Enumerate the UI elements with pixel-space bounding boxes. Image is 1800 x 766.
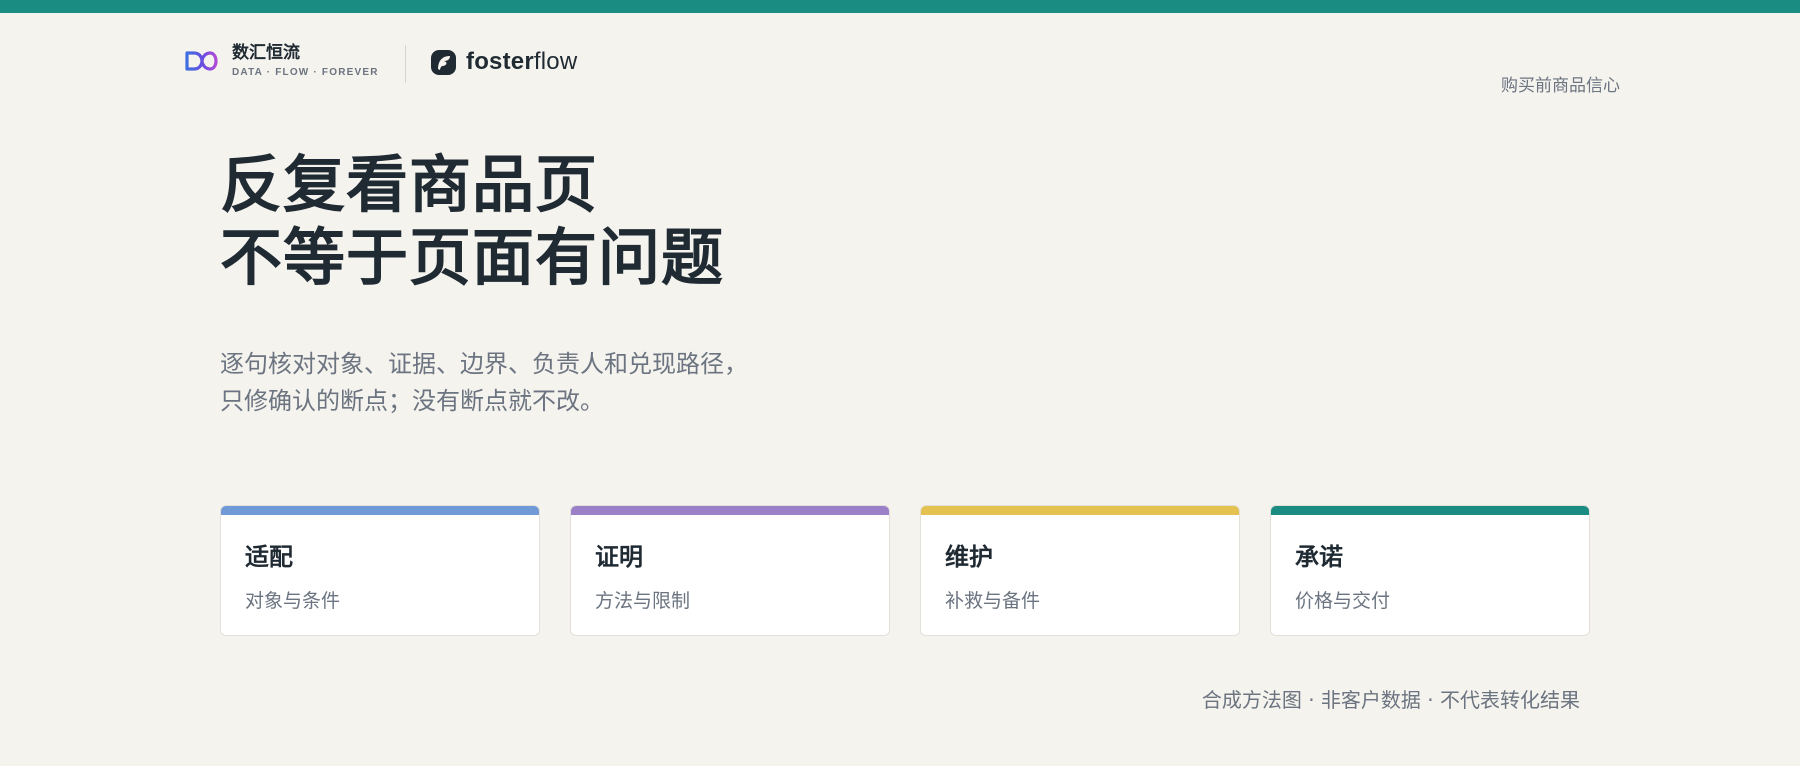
- hero-subtitle: 逐句核对对象、证据、边界、负责人和兑现路径， 只修确认的断点；没有断点就不改。: [220, 346, 748, 420]
- brand-lockup[interactable]: 数汇恒流 DATA · FLOW · FOREVER: [183, 43, 379, 78]
- hero-headline: 反复看商品页 不等于页面有问题: [220, 148, 724, 294]
- subtitle-line-2: 只修确认的断点；没有断点就不改。: [220, 387, 604, 415]
- subtitle-line-1: 逐句核对对象、证据、边界、负责人和兑现路径，: [220, 350, 748, 378]
- card-subtitle: 价格与交付: [1295, 590, 1391, 612]
- card-title: 维护: [945, 543, 993, 571]
- header: 数汇恒流 DATA · FLOW · FOREVER fosterflow 购买…: [0, 13, 1800, 113]
- footnote: 合成方法图 · 非客户数据 · 不代表转化结果: [1201, 688, 1580, 712]
- card-accent-bar: [221, 506, 539, 515]
- card-proof[interactable]: 证明 方法与限制: [570, 505, 890, 636]
- fosterflow-leaf-icon: [431, 49, 456, 75]
- card-subtitle: 补救与备件: [945, 590, 1041, 612]
- card-subtitle: 对象与条件: [245, 590, 341, 612]
- partner-name: fosterflow: [466, 48, 577, 76]
- partner-lockup[interactable]: fosterflow: [430, 48, 577, 76]
- hero-line-1: 反复看商品页: [220, 148, 599, 221]
- hero-line-2: 不等于页面有问题: [220, 221, 725, 294]
- card-title: 证明: [595, 543, 643, 571]
- card-title: 承诺: [1295, 543, 1343, 571]
- card-accent-bar: [921, 506, 1239, 515]
- brand-tagline: DATA · FLOW · FOREVER: [232, 67, 379, 78]
- top-accent-bar: [0, 0, 1800, 13]
- card-fit[interactable]: 适配 对象与条件: [220, 505, 540, 636]
- card-subtitle: 方法与限制: [595, 590, 691, 612]
- partner-name-bold: foster: [466, 48, 534, 75]
- card-row: 适配 对象与条件 证明 方法与限制 维护 补救与备件 承诺 价格与交付: [220, 505, 1590, 636]
- card-commitment[interactable]: 承诺 价格与交付: [1270, 505, 1590, 636]
- card-title: 适配: [245, 543, 293, 571]
- nav-link-purchase-confidence[interactable]: 购买前商品信心: [1501, 71, 1620, 96]
- card-maintenance[interactable]: 维护 补救与备件: [920, 505, 1240, 636]
- card-accent-bar: [1271, 506, 1589, 515]
- brand-name: 数汇恒流: [232, 43, 300, 63]
- header-divider: [405, 45, 406, 83]
- partner-name-regular: flow: [533, 48, 578, 75]
- card-accent-bar: [571, 506, 889, 515]
- infinity-gradient-icon: [185, 50, 218, 71]
